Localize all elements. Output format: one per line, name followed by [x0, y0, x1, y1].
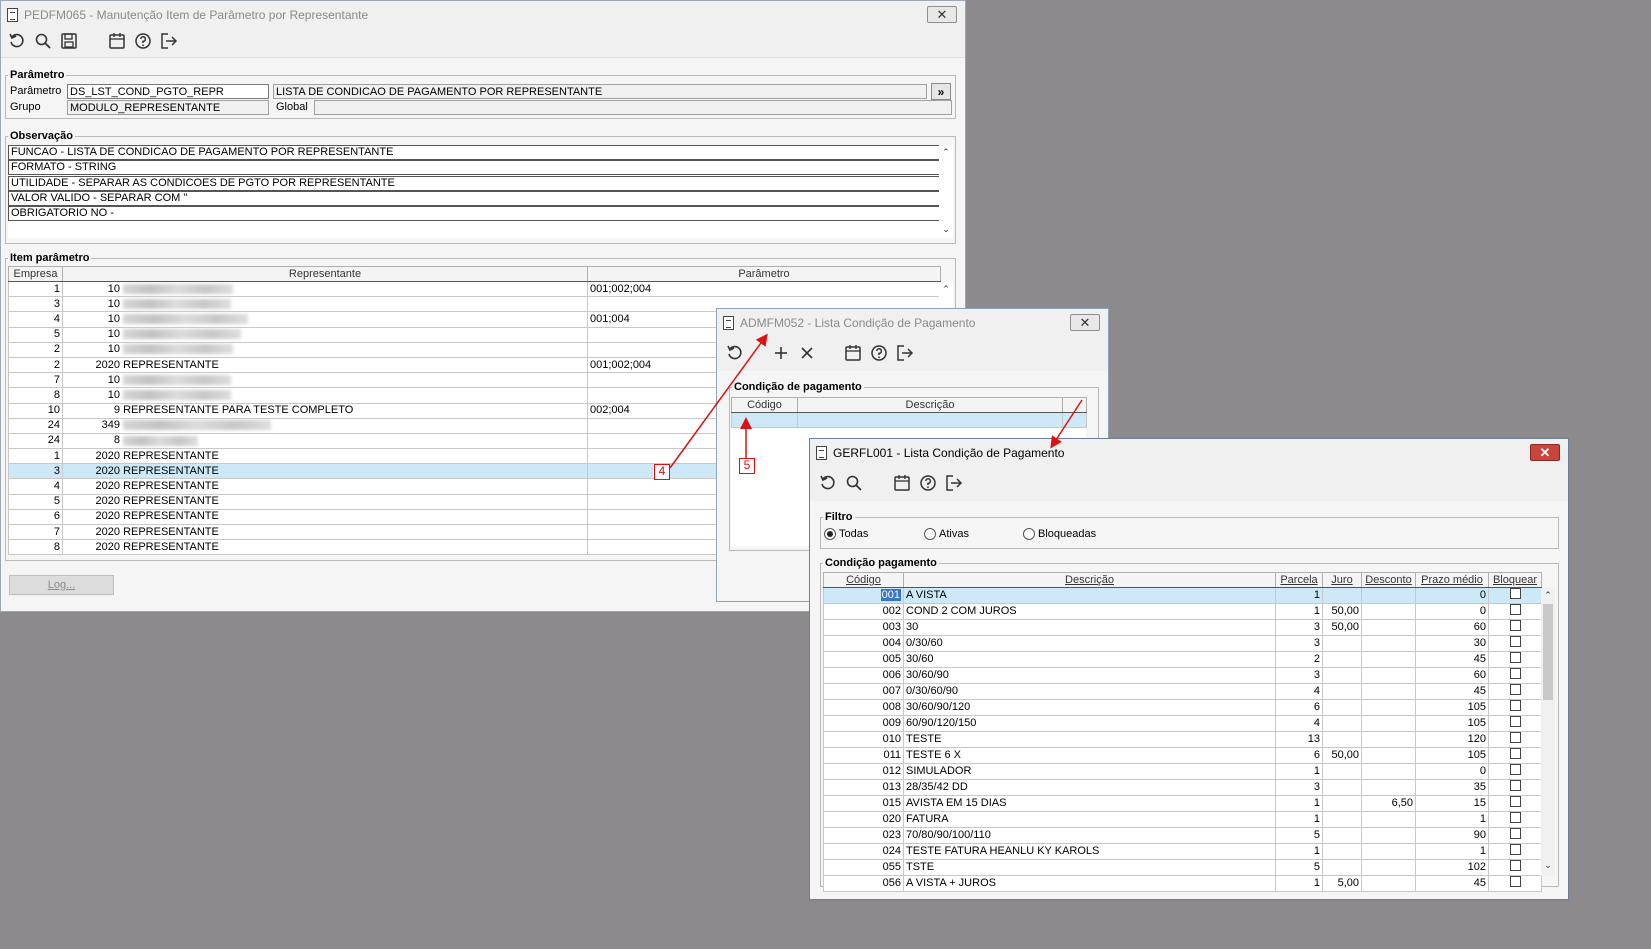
callout-4: 4	[654, 464, 670, 480]
callout-5: 5	[739, 458, 755, 474]
annotation-arrows	[669, 333, 1083, 469]
arrow-6	[1050, 399, 1083, 449]
arrow-4	[669, 333, 768, 469]
